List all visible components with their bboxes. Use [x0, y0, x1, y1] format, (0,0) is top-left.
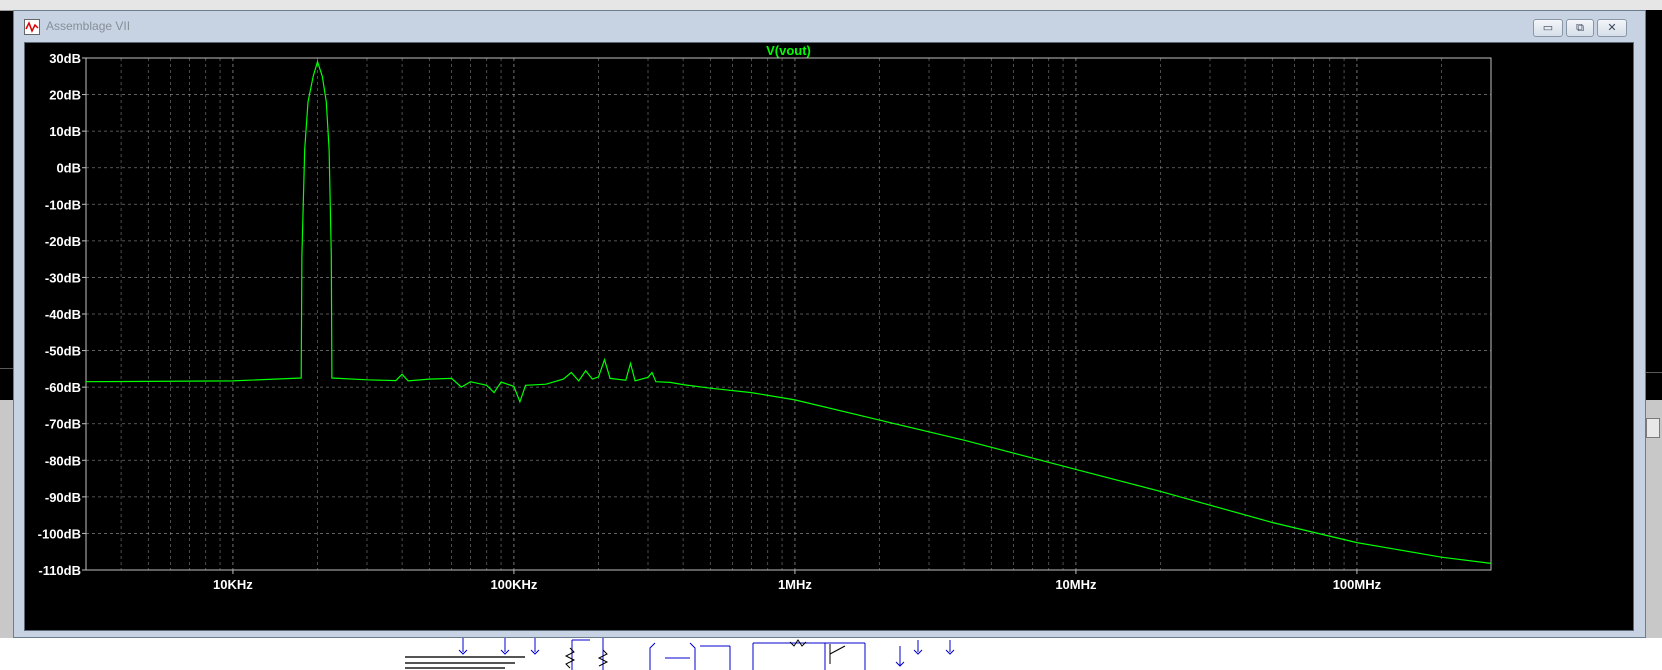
minimize-button[interactable]: ▭	[1533, 19, 1563, 37]
y-tick-label: -60dB	[45, 380, 81, 395]
trace-layer	[85, 59, 1492, 564]
close-button[interactable]: ✕	[1597, 19, 1627, 37]
y-tick-label: -90dB	[45, 490, 81, 505]
y-tick-label: 20dB	[49, 88, 81, 103]
x-tick-label: 100KHz	[490, 577, 537, 592]
plot-window[interactable]: Assemblage VII ▭ ⧉ ✕ 30dB 20dB 10dB 0dB -10d…	[13, 10, 1646, 638]
maximize-button[interactable]: ⧉	[1566, 19, 1594, 37]
bode-plot[interactable]: 30dB 20dB 10dB 0dB -10dB -20dB -30dB -40dB -50dB…	[25, 43, 1633, 630]
y-tick-label: 10dB	[49, 124, 81, 139]
waveform-app-icon	[24, 19, 40, 35]
x-tick-label: 100MHz	[1333, 577, 1382, 592]
y-tick-label: -20dB	[45, 234, 81, 249]
y-tick-label: -80dB	[45, 453, 81, 468]
background-plot-edge	[1646, 10, 1662, 400]
plot-area[interactable]: 30dB 20dB 10dB 0dB -10dB -20dB -30dB -40dB -50dB…	[24, 42, 1634, 631]
background-divider-right	[1646, 372, 1662, 373]
x-tick-label: 10KHz	[213, 577, 253, 592]
background-panel-left	[0, 400, 14, 670]
y-tick-label: 30dB	[49, 51, 81, 66]
y-tick-label: -100dB	[38, 526, 81, 541]
background-window-button[interactable]	[1646, 418, 1660, 438]
background-panel-right	[1646, 400, 1662, 670]
y-tick-label: -30dB	[45, 270, 81, 285]
y-tick-label: -10dB	[45, 197, 81, 212]
schematic-symbols	[405, 638, 955, 670]
x-axis-ticks: 10KHz 100KHz 1MHz 10MHz 100MHz	[213, 570, 1382, 592]
y-tick-label: -70dB	[45, 417, 81, 432]
y-tick-label: 0dB	[56, 161, 81, 176]
trace-name-label[interactable]: V(vout)	[766, 43, 811, 58]
window-title: Assemblage VII	[46, 19, 131, 33]
y-tick-label: -40dB	[45, 307, 81, 322]
y-tick-label: -110dB	[38, 563, 81, 578]
y-axis-ticks: 30dB 20dB 10dB 0dB -10dB -20dB -30dB -40dB -50dB…	[38, 51, 86, 578]
x-tick-label: 10MHz	[1055, 577, 1097, 592]
window-titlebar[interactable]: Assemblage VII ▭ ⧉ ✕	[14, 11, 1645, 41]
x-tick-label: 1MHz	[778, 577, 812, 592]
trace-line	[85, 59, 1492, 564]
grid-lines	[86, 57, 1491, 571]
y-tick-label: -50dB	[45, 344, 81, 359]
background-divider-left	[0, 368, 14, 369]
schematic-preview	[0, 638, 1662, 670]
